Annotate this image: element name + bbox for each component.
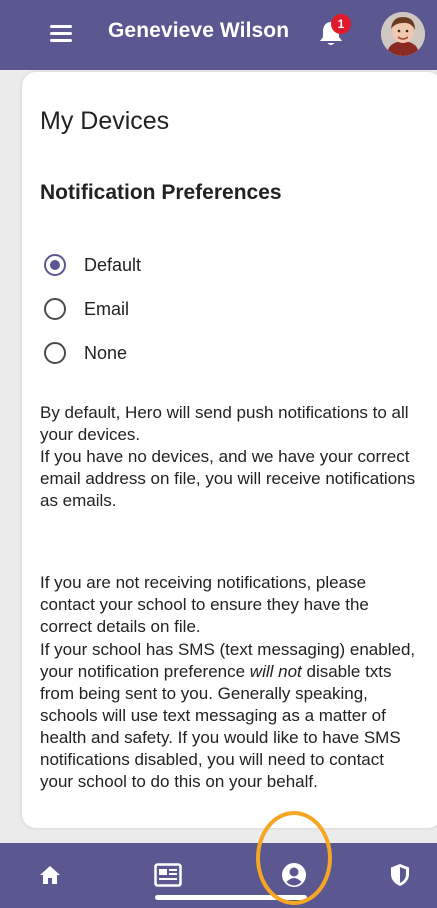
sms-text-end: disable txts from being sent to you. Gen… <box>40 662 401 791</box>
nav-security[interactable] <box>380 857 420 893</box>
home-indicator <box>155 895 307 900</box>
page-title: My Devices <box>40 107 170 135</box>
radio-label: Email <box>84 298 130 319</box>
radio-button[interactable] <box>44 298 66 320</box>
sms-text-emphasis: will not <box>249 662 302 681</box>
hamburger-menu-icon[interactable] <box>50 25 72 43</box>
info-paragraph-sms: If your school has SMS (text messaging) … <box>40 639 420 793</box>
shield-icon <box>391 864 409 886</box>
profile-icon <box>282 863 306 887</box>
radio-button-checked[interactable] <box>44 254 66 276</box>
radio-option-email[interactable]: Email <box>44 296 129 322</box>
radio-option-none[interactable]: None <box>44 340 127 366</box>
info-text-email: If you have no devices, and we have your… <box>40 447 416 510</box>
bottom-nav <box>0 843 437 908</box>
notifications-button[interactable]: 1 <box>318 14 351 50</box>
info-paragraph-default: By default, Hero will send push notifica… <box>40 402 420 512</box>
section-title: Notification Preferences <box>40 181 282 204</box>
avatar[interactable] <box>381 12 425 56</box>
nav-profile[interactable] <box>274 857 314 893</box>
nav-home[interactable] <box>30 857 70 893</box>
nav-newsfeed[interactable] <box>148 857 188 893</box>
devices-card: My Devices Notification Preferences Defa… <box>22 72 437 828</box>
header-title: Genevieve Wilson <box>108 19 290 42</box>
home-icon <box>40 866 60 884</box>
newsfeed-icon <box>154 863 182 887</box>
user-avatar-image <box>381 12 425 56</box>
radio-label: Default <box>84 254 142 275</box>
info-text-push: By default, Hero will send push notifica… <box>40 403 409 444</box>
radio-option-default[interactable]: Default <box>44 252 141 278</box>
radio-label: None <box>84 342 128 363</box>
notification-badge: 1 <box>331 14 351 34</box>
radio-button[interactable] <box>44 342 66 364</box>
app-header: Genevieve Wilson 1 <box>0 0 437 70</box>
info-paragraph-not-receiving: If you are not receiving notifications, … <box>40 573 369 636</box>
